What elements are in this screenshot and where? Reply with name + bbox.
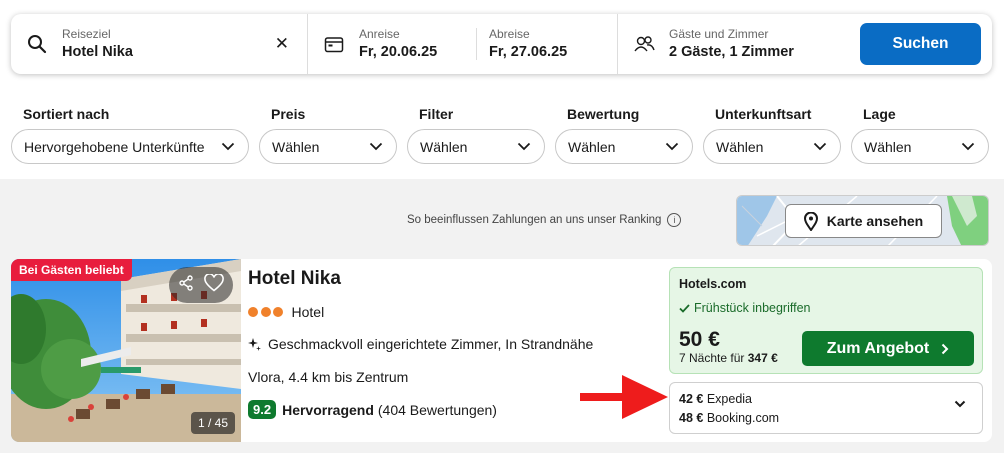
- filter-value: Wählen: [864, 138, 912, 155]
- hotel-location: Vlora, 4.4 km bis Zentrum: [248, 369, 409, 385]
- view-map-label: Karte ansehen: [826, 213, 924, 229]
- check-icon: [679, 303, 690, 313]
- alt-price: 42 €: [679, 392, 704, 406]
- best-offer[interactable]: Hotels.com Frühstück inbegriffen 50 € 7 …: [669, 267, 983, 374]
- map-preview[interactable]: Karte ansehen: [736, 195, 989, 246]
- alt-provider: Expedia: [706, 392, 753, 406]
- filter-label: Bewertung: [567, 106, 640, 122]
- checkout-value: Fr, 27.06.25: [489, 44, 568, 60]
- star-dot: [248, 307, 258, 317]
- star-dot: [273, 307, 283, 317]
- ranking-note[interactable]: So beeinflussen Zahlungen an uns unser R…: [407, 213, 682, 227]
- offer-price: 50 €: [679, 328, 720, 351]
- map-pin-icon: [803, 211, 818, 231]
- hotel-class: Hotel: [248, 304, 324, 320]
- chevron-down-icon: [221, 142, 235, 151]
- sparkle-icon: [248, 337, 261, 351]
- filter-value: Wählen: [716, 138, 764, 155]
- hotel-name[interactable]: Hotel Nika: [248, 268, 341, 290]
- arrow-annotation: [580, 375, 668, 419]
- checkin-label: Anreise: [359, 27, 400, 41]
- star-rating: [248, 307, 286, 317]
- filter-property-type: Unterkunftsart Wählen: [703, 106, 841, 164]
- checkin-field[interactable]: Anreise Fr, 20.06.25: [308, 14, 476, 74]
- rating-score: 9.2: [248, 400, 277, 419]
- filter-label: Lage: [863, 106, 896, 122]
- filter-price: Preis Wählen: [259, 106, 397, 164]
- filter-label: Preis: [271, 106, 306, 122]
- view-map-button[interactable]: Karte ansehen: [785, 204, 942, 238]
- chevron-right-icon: [942, 343, 949, 354]
- offer-provider: Hotels.com: [679, 277, 747, 291]
- destination-label: Reiseziel: [62, 27, 111, 41]
- filter-label: Filter: [419, 106, 454, 122]
- popular-badge: Bei Gästen beliebt: [11, 259, 132, 281]
- photo-counter: 1 / 45: [190, 412, 235, 434]
- search-bar: Reiseziel Hotel Nika ✕ Anreise Fr, 20.06…: [11, 14, 992, 74]
- alt-price: 48 €: [679, 411, 704, 425]
- checkin-value: Fr, 20.06.25: [359, 44, 438, 60]
- destination-value: Hotel Nika: [62, 44, 133, 60]
- rating-word: Hervorragend: [282, 401, 374, 418]
- perk-text: Frühstück inbegriffen: [694, 301, 811, 315]
- photo-actions: [169, 267, 233, 303]
- hotel-rating: 9.2 Hervorragend (404 Bewertungen): [248, 400, 497, 419]
- review-count: (404 Bewertungen): [377, 401, 497, 418]
- filter-location: Lage Wählen: [851, 106, 989, 164]
- filter-label: Unterkunftsart: [715, 106, 812, 122]
- hotel-description: Geschmackvoll eingerichtete Zimmer, In S…: [248, 336, 593, 352]
- search-button[interactable]: Suchen: [860, 23, 981, 65]
- alt-offer: 48 € Booking.com: [679, 411, 779, 425]
- share-icon[interactable]: [178, 274, 194, 296]
- chevron-down-icon: [517, 142, 531, 151]
- filter-label: Sortiert nach: [23, 106, 110, 122]
- rating-dropdown[interactable]: Wählen: [555, 129, 693, 164]
- filter-value: Wählen: [272, 138, 320, 155]
- info-icon: i: [667, 213, 682, 227]
- guests-value: 2 Gäste, 1 Zimmer: [669, 44, 794, 60]
- guests-field[interactable]: Gäste und Zimmer 2 Gäste, 1 Zimmer: [618, 14, 850, 74]
- nights-text: 7 Nächte für: [679, 351, 745, 365]
- price-dropdown[interactable]: Wählen: [259, 129, 397, 164]
- filter-rating: Bewertung Wählen: [555, 106, 693, 164]
- filter-dropdown[interactable]: Wählen: [407, 129, 545, 164]
- calendar-icon: [323, 33, 345, 55]
- filter-bar: Sortiert nach Hervorgehobene Unterkünfte…: [11, 106, 989, 164]
- chevron-down-icon: [813, 142, 827, 151]
- hotel-card[interactable]: Bei Gästen beliebt 1 / 45 Hotel Nika Hot…: [11, 259, 992, 442]
- chevron-down-icon: [369, 142, 383, 151]
- chevron-down-icon: [665, 142, 679, 151]
- users-icon: [633, 33, 655, 55]
- view-deal-button[interactable]: Zum Angebot: [802, 331, 974, 366]
- offer-perk: Frühstück inbegriffen: [679, 301, 811, 315]
- filter-value: Wählen: [420, 138, 468, 155]
- filter-value: Wählen: [568, 138, 616, 155]
- checkout-field[interactable]: Abreise Fr, 27.06.25: [477, 14, 617, 74]
- checkout-label: Abreise: [489, 27, 530, 41]
- filter-value: Hervorgehobene Unterkünfte: [24, 138, 205, 155]
- ranking-note-text: So beeinflussen Zahlungen an uns unser R…: [407, 214, 662, 226]
- destination-field[interactable]: Reiseziel Hotel Nika ✕: [11, 14, 307, 74]
- chevron-down-icon: [954, 400, 966, 408]
- search-icon: [26, 33, 48, 55]
- other-offers[interactable]: 42 € Expedia 48 € Booking.com: [669, 382, 983, 434]
- heart-icon[interactable]: [204, 272, 224, 297]
- filter-filter: Filter Wählen: [407, 106, 545, 164]
- alt-offer: 42 € Expedia: [679, 392, 752, 406]
- guests-label: Gäste und Zimmer: [669, 27, 769, 41]
- filter-sort: Sortiert nach Hervorgehobene Unterkünfte: [11, 106, 249, 164]
- close-icon[interactable]: ✕: [275, 34, 289, 54]
- sort-dropdown[interactable]: Hervorgehobene Unterkünfte: [11, 129, 249, 164]
- hotel-photo[interactable]: Bei Gästen beliebt 1 / 45: [11, 259, 241, 442]
- alt-provider: Booking.com: [706, 411, 780, 425]
- description-text: Geschmackvoll eingerichtete Zimmer, In S…: [268, 336, 594, 352]
- chevron-down-icon: [961, 142, 975, 151]
- view-deal-label: Zum Angebot: [826, 339, 930, 357]
- location-dropdown[interactable]: Wählen: [851, 129, 989, 164]
- offer-total: 7 Nächte für 347 €: [679, 351, 778, 365]
- hotel-type: Hotel: [291, 304, 325, 320]
- property-type-dropdown[interactable]: Wählen: [703, 129, 841, 164]
- total-price: 347 €: [747, 351, 778, 365]
- star-dot: [260, 307, 271, 317]
